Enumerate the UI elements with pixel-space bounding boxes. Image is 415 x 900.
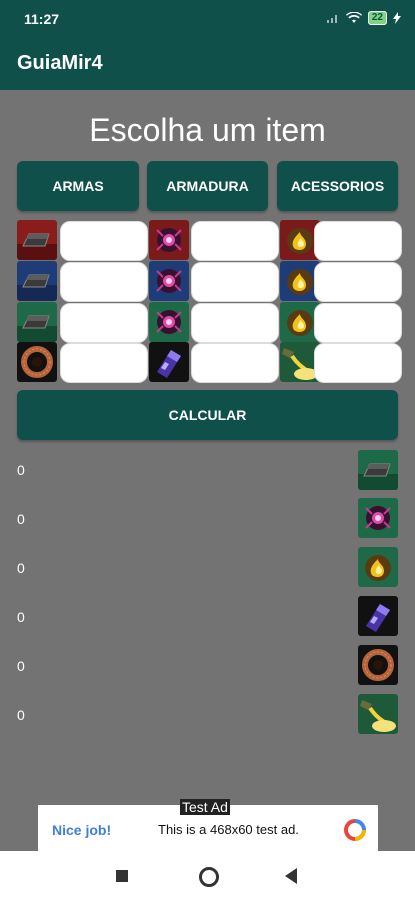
- status-time: 11:27: [24, 11, 60, 27]
- signal-icon: [326, 15, 337, 23]
- wifi-icon: [345, 12, 362, 23]
- tab-acessorios[interactable]: ACESSORIOS: [277, 161, 398, 211]
- status-bar: 11:27 22: [0, 0, 415, 40]
- battery-icon: 22: [367, 11, 387, 25]
- back-icon[interactable]: [285, 868, 297, 884]
- result-value-ingot: 0: [17, 462, 25, 478]
- ad-text: This is a 468x60 test ad.: [158, 822, 299, 837]
- purple-crystal-icon: [358, 596, 398, 636]
- status-icons: 22: [326, 11, 401, 25]
- energy-orb-red-input[interactable]: [191, 221, 279, 261]
- ingot-red-icon: [17, 220, 57, 260]
- golden-flame-icon: [358, 547, 398, 587]
- copper-coil-icon: [358, 645, 398, 685]
- result-value-golden-flame: 0: [17, 560, 25, 576]
- golden-flame-red-input[interactable]: [314, 221, 402, 261]
- ingot-green-input[interactable]: [60, 303, 148, 343]
- energy-orb-blue-input[interactable]: [191, 262, 279, 302]
- recents-icon[interactable]: [116, 870, 128, 882]
- app-bar: GuiaMir4: [0, 40, 415, 90]
- copper-coil-icon: [17, 342, 57, 382]
- purple-crystal-input[interactable]: [191, 343, 279, 383]
- result-value-purple-crystal: 0: [17, 609, 25, 625]
- home-icon[interactable]: [199, 867, 219, 887]
- ingot-icon: [358, 450, 398, 490]
- energy-orb-red-icon: [149, 220, 189, 260]
- energy-orb-icon: [358, 498, 398, 538]
- ad-label: Test Ad: [180, 799, 230, 815]
- energy-orb-blue-icon: [149, 261, 189, 301]
- ingot-blue-input[interactable]: [60, 262, 148, 302]
- ad-nice-text: Nice job!: [52, 822, 112, 838]
- ingot-green-icon: [17, 302, 57, 342]
- ingot-blue-icon: [17, 261, 57, 301]
- gold-pour-icon: [358, 694, 398, 734]
- result-value-energy-orb: 0: [17, 511, 25, 527]
- page-title: Escolha um item: [89, 112, 326, 148]
- tab-armadura[interactable]: ARMADURA: [147, 161, 268, 211]
- energy-orb-green-input[interactable]: [191, 303, 279, 343]
- purple-crystal-icon: [149, 342, 189, 382]
- golden-flame-green-input[interactable]: [314, 303, 402, 343]
- energy-orb-green-icon: [149, 302, 189, 342]
- tab-armas[interactable]: ARMAS: [17, 161, 139, 211]
- charging-icon: [393, 12, 401, 24]
- golden-flame-blue-input[interactable]: [314, 262, 402, 302]
- result-value-copper-coil: 0: [17, 658, 25, 674]
- ingot-red-input[interactable]: [60, 221, 148, 261]
- system-nav-bar: [0, 851, 415, 900]
- ad-logo-icon: [344, 819, 366, 841]
- result-value-gold-pour: 0: [17, 707, 25, 723]
- app-title: GuiaMir4: [17, 52, 103, 74]
- calculate-button[interactable]: CALCULAR: [17, 390, 398, 440]
- ad-banner[interactable]: Test Ad Nice job! This is a 468x60 test …: [38, 799, 378, 851]
- copper-coil-input[interactable]: [60, 343, 148, 383]
- gold-pour-input[interactable]: [314, 343, 402, 383]
